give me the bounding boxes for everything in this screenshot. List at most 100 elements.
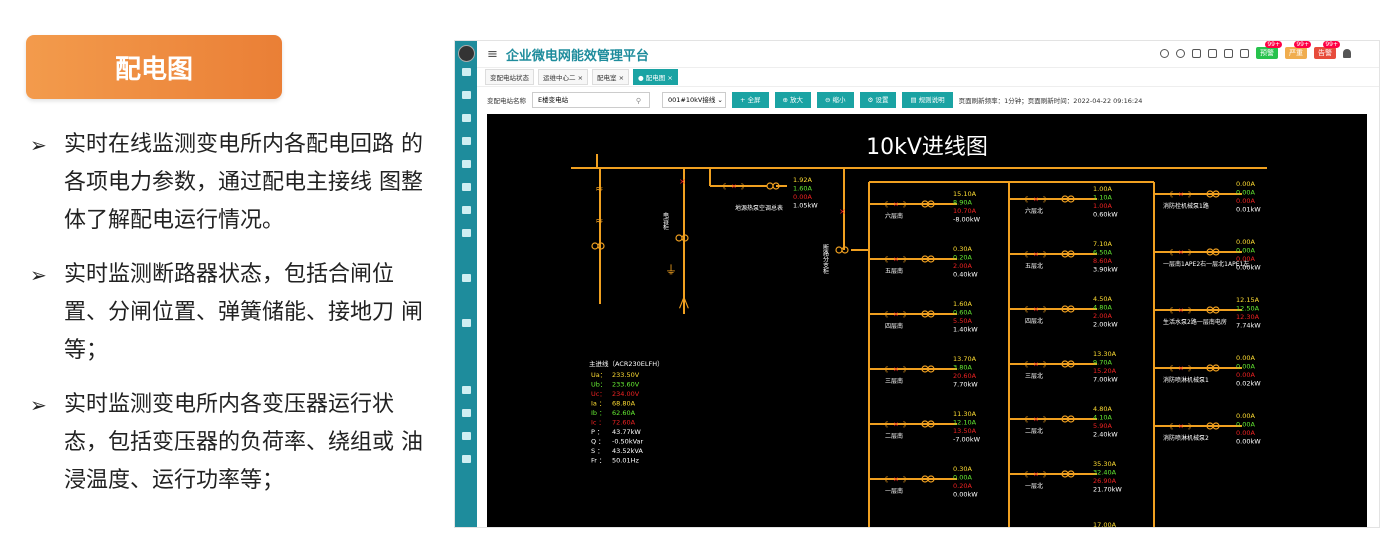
home-icon[interactable] [461,274,471,282]
tab-distribution-diagram[interactable]: ● 配电图 × [633,69,678,85]
reading-value: 9.70A [1093,359,1112,367]
search-icon[interactable] [1160,48,1169,58]
ct-circle [835,246,843,254]
reading-value: 2.00kW [1093,321,1118,329]
warning-badge[interactable]: 预警 99+ [1256,41,1282,59]
tools-icon[interactable] [461,386,471,394]
lamp-icon[interactable] [461,137,471,145]
breaker-arrow-icon: 《 [1021,306,1028,314]
breaker-x-icon: × [1178,365,1184,373]
breaker-x-icon: × [1033,416,1039,424]
reading-value: 26.90A [1093,477,1117,485]
fullscreen-icon[interactable] [1208,48,1217,58]
station-input[interactable]: E楼变电站 ⚲ [532,92,650,108]
breaker-x-icon: × [679,177,686,186]
breaker-arrow-icon: 》 [903,256,910,264]
reading-value: 0.00A [1236,371,1255,379]
reading-value: 7.74kW [1236,322,1261,330]
breaker-arrow-icon: 》 [1043,196,1050,204]
fullscreen-button[interactable]: + 全屏 [732,92,769,108]
main-feeder-value: 233.60V [612,381,640,389]
breaker-arrow-icon: 》 [1043,306,1050,314]
isolator-icon: ≈ [595,184,603,195]
tab-station-status[interactable]: 变配电站状态 [485,69,534,85]
reading-value: 1.05kW [793,202,818,210]
reading-value: 20.60A [953,372,977,380]
panel-icon[interactable] [461,206,471,214]
user-icon[interactable] [1343,48,1351,58]
document-icon[interactable] [461,91,471,99]
feature-text: 实时在线监测变电所内各配电回路 的各项电力参数，通过配电主接线 图整体了解配电运… [64,132,423,233]
user-icon[interactable] [461,432,471,440]
breaker-arrow-icon: 》 [1043,251,1050,259]
tab-ops-center[interactable]: 运维中心二 × [538,69,589,85]
search-icon[interactable]: ⚲ [636,94,641,108]
breaker-arrow-icon: 《 [1166,191,1173,199]
breaker-x-icon: × [893,366,899,374]
feeder-name: 二层北 [1025,427,1043,435]
reading-value: 4.10A [1093,414,1112,422]
device-icon[interactable] [461,160,471,168]
breaker-arrow-icon: 》 [903,421,910,429]
breaker-x-icon: × [1033,361,1039,369]
zoom-in-button[interactable]: ⊕ 放大 [774,92,812,108]
feeder-name: 二层南 [885,432,903,440]
hamburger-menu-icon[interactable]: ≡ [487,47,498,62]
feature-item: ➢ 实时监测断路器状态，包括合闸位 置、分闸位置、弹簧储能、接地刀 闸等； [28,256,428,370]
feeder-name: 一层北 [1025,482,1043,490]
tab-bar: 变配电站状态 运维中心二 × 配电室 × ● 配电图 × [477,68,1379,87]
reading-value: 0.00A [1236,363,1255,371]
reading-value: 1.10A [1093,194,1112,202]
breaker-arrow-icon: 》 [741,183,748,191]
font-icon[interactable] [1224,48,1233,58]
breaker-x-icon: × [1033,471,1039,479]
feeder-name: 三层北 [1025,372,1043,380]
grid-icon[interactable] [461,183,471,191]
main-feeder-title: 主进线（ACR230ELFH） [589,359,664,368]
zoom-out-button[interactable]: ⊖ 缩小 [817,92,854,108]
section-title-badge: 配电图 [26,35,282,99]
breaker-arrow-icon: 》 [1043,471,1050,479]
severe-badge[interactable]: 严重 99+ [1285,41,1311,59]
settings-button[interactable]: ⚙ 设置 [859,92,897,108]
reading-value: 35.30A [1093,460,1117,468]
reading-value: 0.30A [953,465,972,473]
breaker-arrow-icon: 《 [881,366,888,374]
menu-icon[interactable] [461,319,471,327]
reading-value: 0.00A [1236,412,1255,420]
breaker-arrow-icon: 《 [1021,361,1028,369]
ground-icon: ⏚ [665,263,677,277]
feature-list: ➢ 实时在线监测变电所内各配电回路 的各项电力参数，通过配电主接线 图整体了解配电… [28,126,428,516]
breaker-x-icon: × [839,207,846,216]
chart-icon[interactable] [461,68,471,76]
line-select[interactable]: 001#10kV接线 ⌄ [662,92,726,108]
ct-circle [766,182,774,190]
breaker-arrow-icon: 《 [881,201,888,209]
bank-icon[interactable] [461,409,471,417]
report-icon[interactable] [461,455,471,463]
shirt-icon[interactable] [1240,48,1249,58]
wiring-diagram-canvas: 10kV进线图 ≈ ≈ 电容柜 × ⏚ ⋀ 《 × 》地源热泵空调总表 1.92A 1.60A 0.00… [487,114,1367,527]
refresh-icon[interactable] [1176,48,1185,58]
reading-value: 4.80A [1093,304,1112,312]
breaker-arrow-icon: 《 [1166,249,1173,257]
reading-value: 1.92A [793,176,812,184]
reading-value: 0.00A [1236,354,1255,362]
avatar[interactable] [457,45,475,62]
save-icon[interactable] [1192,48,1201,58]
reading-value: 15.10A [953,190,977,198]
reading-value: 1.60A [793,185,812,193]
breaker-arrow-icon: 《 [881,256,888,264]
tab-distribution-room[interactable]: 配电室 × [592,69,630,85]
top-bar: ≡ 企业微电网能效管理平台 预警 99+ 严重 99+ 告警 99+ [477,41,1379,68]
feature-text: 实时监测断路器状态，包括合闸位 置、分闸位置、弹簧储能、接地刀 闸等； [64,262,423,363]
feeder-name: 消防栓机械泵1路 [1163,202,1209,210]
reading-value: 0.00A [793,193,812,201]
reading-value: 15.20A [1093,367,1117,375]
alarm-badge[interactable]: 告警 99+ [1314,41,1340,59]
alarm-icon[interactable] [461,114,471,122]
edit-icon[interactable] [461,229,471,237]
reading-value: 1.40kW [953,326,978,334]
rules-button[interactable]: ▤ 规则说明 [902,92,953,108]
reading-value: 8.60A [1093,257,1112,265]
